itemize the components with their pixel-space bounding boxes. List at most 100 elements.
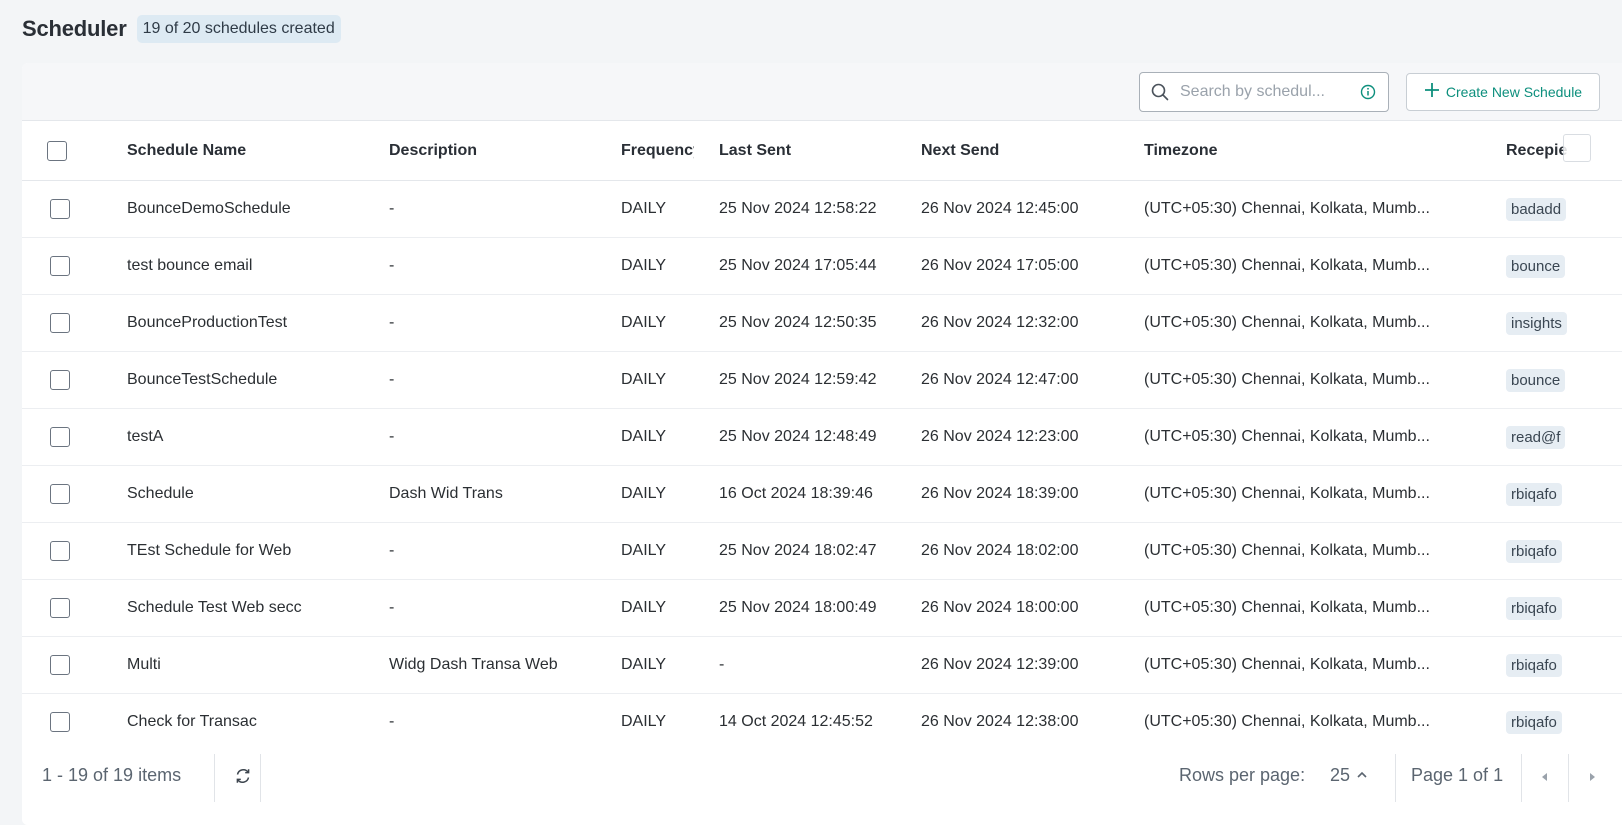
create-new-schedule-label: Create New Schedule <box>1445 84 1583 100</box>
schedule-name-cell: testA <box>127 428 164 445</box>
timezone-cell: (UTC+05:30) Chennai, Kolkata, Mumb... <box>1144 257 1430 274</box>
recipient-chip: rbiqafo <box>1506 482 1562 506</box>
next-send-cell: 26 Nov 2024 12:47:00 <box>921 371 1079 388</box>
info-icon[interactable] <box>1348 73 1388 111</box>
search-box[interactable] <box>1139 72 1389 112</box>
schedule-count-badge: 19 of 20 schedules created <box>136 14 341 43</box>
next-send-cell: 26 Nov 2024 17:05:00 <box>921 257 1079 274</box>
description-cell: - <box>389 428 395 445</box>
timezone-cell: (UTC+05:30) Chennai, Kolkata, Mumb... <box>1144 371 1430 388</box>
schedule-name-cell: Schedule <box>127 485 194 502</box>
select-all-checkbox[interactable] <box>47 140 67 161</box>
toolbar: Create New Schedule <box>22 63 1622 121</box>
timezone-cell: (UTC+05:30) Chennai, Kolkata, Mumb... <box>1144 656 1430 673</box>
frequency-cell: DAILY <box>621 200 667 217</box>
next-page-icon <box>1587 769 1597 787</box>
description-cell: - <box>389 371 395 388</box>
timezone-cell: (UTC+05:30) Chennai, Kolkata, Mumb... <box>1144 428 1430 445</box>
prev-page-icon <box>1540 769 1550 787</box>
recipient-chip: insights <box>1506 311 1567 335</box>
table-row[interactable]: Schedule Dash Wid Trans DAILY 16 Oct 2024 1… <box>22 466 1622 523</box>
description-cell: Widg Dash Transa Web <box>389 656 558 673</box>
table-row[interactable]: Schedule Test Web secc - DAILY 25 Nov 2024 … <box>22 580 1622 637</box>
schedule-name-cell: test bounce email <box>127 257 253 274</box>
next-send-cell: 26 Nov 2024 18:39:00 <box>921 485 1079 502</box>
prev-page-button[interactable] <box>1522 754 1568 802</box>
next-send-cell: 26 Nov 2024 12:45:00 <box>921 200 1079 217</box>
table-row[interactable]: test bounce email - DAILY 25 Nov 2024 17:05… <box>22 238 1622 295</box>
frequency-cell: DAILY <box>621 542 667 559</box>
next-send-cell: 26 Nov 2024 12:32:00 <box>921 314 1079 331</box>
timezone-cell: (UTC+05:30) Chennai, Kolkata, Mumb... <box>1144 542 1430 559</box>
next-page-button[interactable] <box>1569 754 1615 802</box>
table-row[interactable]: BounceDemoSchedule - DAILY 25 Nov 2024 12:5… <box>22 181 1622 238</box>
items-count: 1 - 19 of 19 items <box>42 764 182 785</box>
column-menu-button[interactable] <box>1563 134 1591 162</box>
page-header: Scheduler 19 of 20 schedules created <box>22 13 341 44</box>
plus-icon <box>1424 82 1440 102</box>
schedule-name-cell: BounceDemoSchedule <box>127 200 291 217</box>
last-sent-cell: 25 Nov 2024 18:00:49 <box>719 599 877 616</box>
last-sent-cell: 25 Nov 2024 12:59:42 <box>719 371 877 388</box>
column-header-timezone[interactable]: Timezone <box>1144 121 1484 180</box>
row-checkbox[interactable] <box>50 256 70 276</box>
frequency-cell: DAILY <box>621 656 667 673</box>
schedule-name-cell: Schedule Test Web secc <box>127 599 302 616</box>
row-checkbox[interactable] <box>50 313 70 333</box>
schedule-name-cell: Multi <box>127 656 161 673</box>
schedule-name-cell: BounceTestSchedule <box>127 371 278 388</box>
create-new-schedule-button[interactable]: Create New Schedule <box>1406 73 1600 111</box>
row-checkbox[interactable] <box>50 484 70 504</box>
description-cell: - <box>389 599 395 616</box>
column-header-description[interactable]: Description <box>389 121 599 180</box>
table-row[interactable]: BounceTestSchedule - DAILY 25 Nov 2024 12:5… <box>22 352 1622 409</box>
table-row[interactable]: testA - DAILY 25 Nov 2024 12:48:49 26 Nov 20… <box>22 409 1622 466</box>
row-checkbox[interactable] <box>50 541 70 561</box>
description-cell: - <box>389 257 395 274</box>
column-header-next-send[interactable]: Next Send <box>921 121 1121 180</box>
timezone-cell: (UTC+05:30) Chennai, Kolkata, Mumb... <box>1144 314 1430 331</box>
description-cell: - <box>389 200 395 217</box>
row-checkbox[interactable] <box>50 427 70 447</box>
frequency-cell: DAILY <box>621 371 667 388</box>
schedule-name-cell: TEst Schedule for Web <box>127 542 292 559</box>
recipient-chip: bounce <box>1506 368 1566 392</box>
timezone-cell: (UTC+05:30) Chennai, Kolkata, Mumb... <box>1144 485 1430 502</box>
column-header-schedule-name[interactable]: Schedule Name <box>127 121 367 180</box>
page-indicator: Page 1 of 1 <box>1411 764 1504 785</box>
last-sent-cell: 25 Nov 2024 12:58:22 <box>719 200 877 217</box>
rows-per-page-select[interactable]: 25 <box>1330 742 1368 808</box>
last-sent-cell: 16 Oct 2024 18:39:46 <box>719 485 873 502</box>
recipient-chip: badadd <box>1506 197 1567 221</box>
frequency-cell: DAILY <box>621 599 667 616</box>
search-input[interactable] <box>1180 83 1348 101</box>
divider <box>260 754 261 802</box>
recipient-chip: rbiqafo <box>1506 653 1562 677</box>
table-row[interactable]: Multi Widg Dash Transa Web DAILY - 26 Nov 20… <box>22 637 1622 694</box>
search-icon <box>1140 73 1180 111</box>
next-send-cell: 26 Nov 2024 18:02:00 <box>921 542 1079 559</box>
description-cell: - <box>389 314 395 331</box>
table-row[interactable]: BounceProductionTest - DAILY 25 Nov 2024 12… <box>22 295 1622 352</box>
next-send-cell: 26 Nov 2024 12:23:00 <box>921 428 1079 445</box>
rows-per-page-label: Rows per page: <box>1179 764 1306 785</box>
next-send-cell: 26 Nov 2024 18:00:00 <box>921 599 1079 616</box>
row-checkbox[interactable] <box>50 712 70 732</box>
row-checkbox[interactable] <box>50 199 70 219</box>
column-header-last-sent[interactable]: Last Sent <box>719 121 909 180</box>
row-checkbox[interactable] <box>50 598 70 618</box>
recipient-chip: read@f <box>1506 425 1566 449</box>
table-row[interactable]: TEst Schedule for Web - DAILY 25 Nov 2024 1… <box>22 523 1622 580</box>
frequency-cell: DAILY <box>621 428 667 445</box>
last-sent-cell: 25 Nov 2024 17:05:44 <box>719 257 877 274</box>
recipient-chip: rbiqafo <box>1506 539 1562 563</box>
divider <box>1395 754 1396 802</box>
row-checkbox[interactable] <box>50 655 70 675</box>
timezone-cell: (UTC+05:30) Chennai, Kolkata, Mumb... <box>1144 599 1430 616</box>
refresh-icon <box>234 767 252 790</box>
column-header-frequency[interactable]: Frequency <box>621 121 694 180</box>
recipient-chip: bounce <box>1506 254 1566 278</box>
row-checkbox[interactable] <box>50 370 70 390</box>
schedule-table: Schedule Name Description Frequency Last… <box>22 121 1622 751</box>
timezone-cell: (UTC+05:30) Chennai, Kolkata, Mumb... <box>1144 200 1430 217</box>
